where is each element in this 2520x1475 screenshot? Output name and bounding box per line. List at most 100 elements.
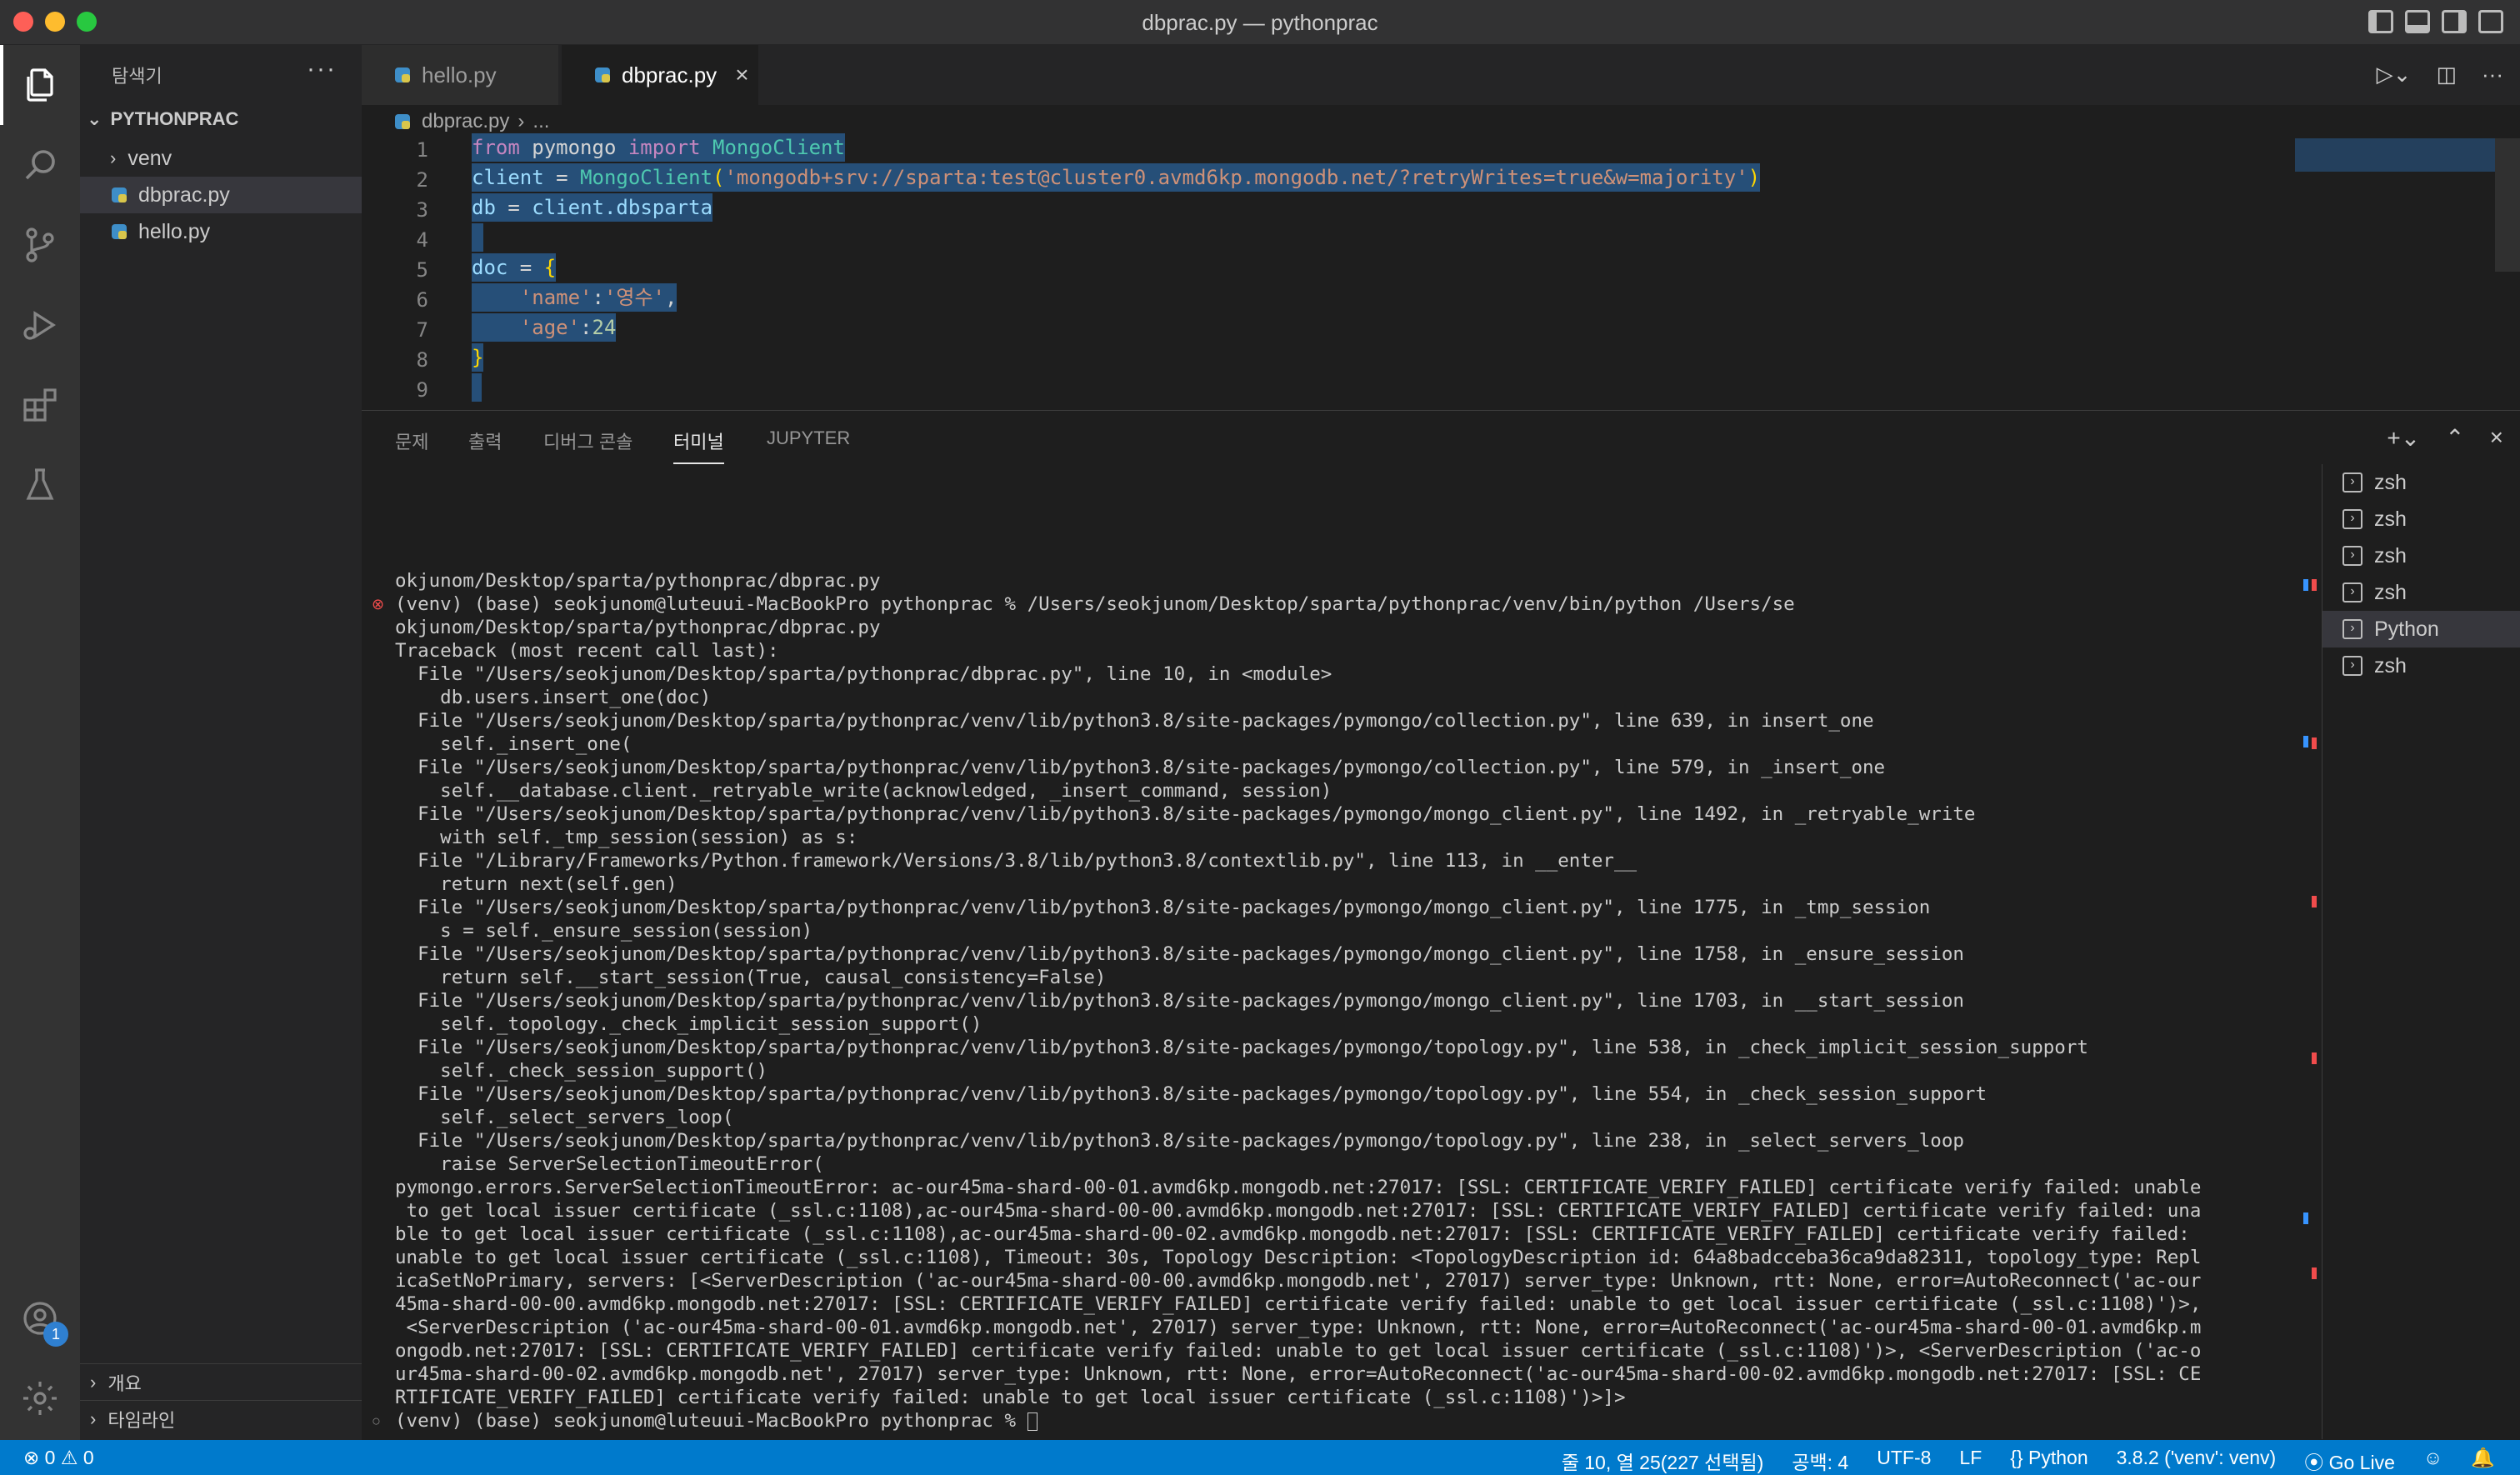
- encoding[interactable]: UTF-8: [1877, 1447, 1931, 1475]
- terminal-item[interactable]: › zsh: [2322, 538, 2520, 574]
- indentation[interactable]: 공백: 4: [1792, 1447, 1848, 1475]
- terminal-label: zsh: [2374, 543, 2407, 568]
- line-number: 1: [416, 138, 428, 162]
- workspace-root[interactable]: ⌄ PYTHONPRAC: [87, 108, 238, 130]
- python-file-icon: [595, 68, 610, 82]
- terminal-icon: ›: [2342, 582, 2362, 602]
- terminal-icon: ›: [2342, 546, 2362, 566]
- toggle-panel-icon[interactable]: [2405, 10, 2430, 33]
- terminal-line: File "/Users/seokjunom/Desktop/sparta/py…: [395, 897, 1931, 918]
- tab-jupyter[interactable]: JUPYTER: [767, 428, 850, 449]
- chevron-right-icon: ›: [90, 1371, 97, 1392]
- code-line-7: 'age':24: [472, 313, 617, 342]
- code-editor[interactable]: 1 2 3 4 5 6 7 8 9 from pymongo import Mo…: [362, 133, 2520, 410]
- toggle-primary-sidebar-icon[interactable]: [2368, 10, 2393, 33]
- code-token: doc: [472, 256, 508, 279]
- end-of-line[interactable]: LF: [1959, 1447, 1982, 1475]
- terminal-icon: ›: [2342, 509, 2362, 529]
- more-icon[interactable]: ···: [2482, 62, 2503, 88]
- code-line-5: doc = {: [472, 253, 557, 282]
- code-line-4: [472, 223, 483, 252]
- account-icon[interactable]: 1: [0, 1278, 80, 1358]
- python-file-icon: [395, 68, 410, 82]
- tab-problems[interactable]: 문제: [395, 428, 428, 454]
- maximize-panel-icon[interactable]: ⌃: [2445, 424, 2464, 452]
- run-debug-icon[interactable]: [0, 285, 80, 365]
- breadcrumb-separator-icon: ›: [518, 110, 525, 132]
- new-terminal-icon[interactable]: +⌄: [2387, 424, 2420, 452]
- code-token: 'age': [519, 316, 581, 339]
- terminal-line: s = self._ensure_session(session): [395, 920, 813, 942]
- explorer-title: 탐색기: [112, 66, 162, 87]
- section-label: 타임라인: [108, 1409, 176, 1431]
- breadcrumb-rest[interactable]: ...: [532, 110, 549, 133]
- timeline-section[interactable]: › 타임라인: [80, 1400, 362, 1437]
- terminal-item[interactable]: › zsh: [2322, 501, 2520, 538]
- settings-gear-icon[interactable]: [0, 1358, 80, 1438]
- toggle-secondary-sidebar-icon[interactable]: [2442, 10, 2467, 33]
- close-panel-icon[interactable]: ×: [2490, 424, 2503, 452]
- tab-output[interactable]: 출력: [468, 428, 502, 454]
- feedback-icon[interactable]: ☺: [2423, 1447, 2442, 1475]
- terminal-line: to get local issuer certificate (_ssl.c:…: [395, 1200, 2202, 1222]
- tab-debug-console[interactable]: 디버그 콘솔: [543, 428, 632, 454]
- tab-terminal[interactable]: 터미널: [673, 428, 724, 464]
- terminal-line: self._check_session_support(): [395, 1060, 768, 1082]
- terminal-line: self._select_servers_loop(: [395, 1107, 734, 1128]
- terminal-line: Traceback (most recent call last):: [395, 640, 779, 662]
- terminal-output[interactable]: okjunom/Desktop/sparta/pythonprac/dbprac…: [395, 569, 2345, 1432]
- editor-scrollbar[interactable]: [2495, 138, 2520, 272]
- cursor-position[interactable]: 줄 10, 열 25(227 선택됨): [1562, 1447, 1764, 1475]
- code-token: client: [532, 196, 604, 219]
- testing-icon[interactable]: [0, 445, 80, 525]
- line-number: 9: [416, 378, 428, 402]
- terminal-item-python[interactable]: › Python: [2322, 611, 2520, 648]
- notifications-bell-icon[interactable]: 🔔: [2471, 1447, 2495, 1475]
- customize-layout-icon[interactable]: [2478, 10, 2503, 33]
- layout-controls: [2368, 10, 2503, 33]
- close-tab-icon[interactable]: ×: [735, 62, 748, 88]
- window-title: dbprac.py — pythonprac: [1142, 10, 1378, 35]
- split-editor-icon[interactable]: ◫: [2436, 62, 2457, 88]
- search-icon[interactable]: [0, 125, 80, 205]
- tab-hello-py[interactable]: hello.py: [362, 45, 558, 105]
- chevron-down-icon: ⌄: [87, 108, 102, 129]
- line-number: 7: [416, 318, 428, 342]
- python-interpreter[interactable]: 3.8.2 ('venv': venv): [2117, 1447, 2277, 1475]
- source-control-icon[interactable]: [0, 205, 80, 285]
- tree-item-dbprac[interactable]: dbprac.py: [80, 177, 362, 213]
- code-line-2: client = MongoClient('mongodb+srv://spar…: [472, 163, 1761, 192]
- terminal-cursor: [1027, 1412, 1038, 1431]
- terminal-label: zsh: [2374, 580, 2407, 604]
- minimap[interactable]: [2295, 138, 2495, 172]
- extensions-icon[interactable]: [0, 365, 80, 445]
- terminal-line: File "/Users/seokjunom/Desktop/sparta/py…: [395, 757, 1886, 778]
- editor-tabs: hello.py dbprac.py × ▷⌄ ◫ ···: [362, 45, 2520, 105]
- tab-label: hello.py: [422, 62, 497, 88]
- outline-section[interactable]: › 개요: [80, 1363, 362, 1400]
- terminal-line: return self.__start_session(True, causal…: [395, 967, 1107, 988]
- more-actions-button[interactable]: ···: [307, 55, 337, 83]
- tree-item-hello[interactable]: hello.py: [80, 213, 362, 250]
- go-live-button[interactable]: ⦿ Go Live: [2304, 1447, 2395, 1475]
- breadcrumb-file[interactable]: dbprac.py: [422, 110, 509, 133]
- terminal-item[interactable]: › zsh: [2322, 464, 2520, 501]
- tree-item-venv[interactable]: › venv: [80, 140, 362, 177]
- terminal-item[interactable]: › zsh: [2322, 648, 2520, 684]
- run-file-icon[interactable]: ▷⌄: [2377, 62, 2412, 88]
- language-label: Python: [2028, 1447, 2088, 1468]
- language-mode[interactable]: {} Python: [2010, 1447, 2088, 1475]
- terminal-line: File "/Users/seokjunom/Desktop/sparta/py…: [395, 990, 1964, 1012]
- problems-status[interactable]: ⊗ 0 ⚠ 0: [23, 1447, 94, 1469]
- terminal-list: › zsh › zsh › zsh › zsh › Python › zsh: [2322, 464, 2520, 1439]
- scroll-mark: [2312, 1268, 2317, 1279]
- terminal-line: File "/Users/seokjunom/Desktop/sparta/py…: [395, 1037, 2088, 1058]
- tab-dbprac-py[interactable]: dbprac.py ×: [562, 45, 758, 105]
- code-token: 'mongodb+srv://sparta:test@cluster0.avmd…: [724, 166, 1748, 189]
- python-file-icon: [112, 224, 127, 239]
- terminal-line: return next(self.gen): [395, 873, 678, 895]
- terminal-item[interactable]: › zsh: [2322, 574, 2520, 611]
- explorer-icon[interactable]: [0, 45, 80, 125]
- scroll-mark: [2303, 1212, 2308, 1224]
